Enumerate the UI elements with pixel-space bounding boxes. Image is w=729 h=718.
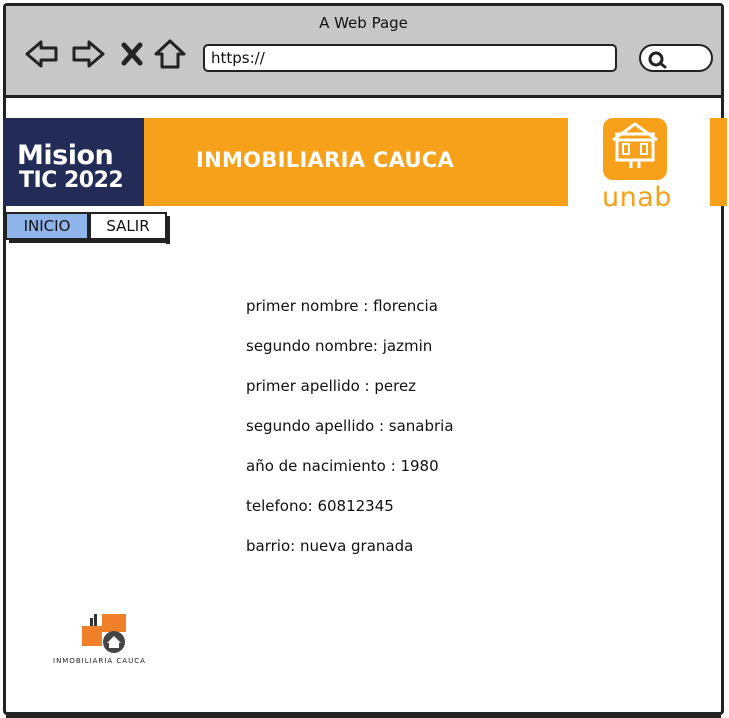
unab-logo-text: unab xyxy=(602,182,672,213)
site-title: INMOBILIARIA CAUCA xyxy=(196,148,455,172)
profile-details: primer nombre : florencia segundo nombre… xyxy=(246,296,454,576)
header-right-strip xyxy=(710,118,727,206)
detail-segundo-apellido: segundo apellido : sanabria xyxy=(246,417,454,435)
browser-chrome: A Web Page https:// xyxy=(6,6,721,98)
inmobiliaria-logo-text: INMOBILIARIA CAUCA xyxy=(53,657,146,665)
mision-tic-line2: TIC 2022 xyxy=(19,168,124,193)
nav-tab-inicio[interactable]: INICIO xyxy=(5,212,89,240)
detail-anio-nacimiento: año de nacimiento : 1980 xyxy=(246,457,439,475)
close-icon[interactable] xyxy=(118,38,146,70)
browser-search-box[interactable] xyxy=(639,44,713,72)
unab-logo-icon xyxy=(603,118,667,180)
address-bar[interactable]: https:// xyxy=(203,44,617,72)
detail-primer-nombre: primer nombre : florencia xyxy=(246,297,438,315)
detail-primer-apellido: primer apellido : perez xyxy=(246,377,417,395)
detail-telefono: telefono: 60812345 xyxy=(246,497,394,515)
browser-window: A Web Page https:// Mision TIC 2022 INMO… xyxy=(3,3,727,718)
mision-tic-logo: Mision TIC 2022 xyxy=(3,118,144,206)
window-title: A Web Page xyxy=(319,14,408,32)
detail-barrio: barrio: nueva granada xyxy=(246,537,414,555)
inmobiliaria-logo-icon xyxy=(82,614,126,653)
detail-segundo-nombre: segundo nombre: jazmin xyxy=(246,337,433,355)
back-arrow-icon[interactable] xyxy=(24,38,60,70)
mision-tic-line1: Mision xyxy=(17,140,114,171)
forward-arrow-icon[interactable] xyxy=(70,38,106,70)
search-icon xyxy=(648,51,667,69)
home-icon[interactable] xyxy=(152,38,188,70)
nav-tab-salir[interactable]: SALIR xyxy=(89,212,167,240)
